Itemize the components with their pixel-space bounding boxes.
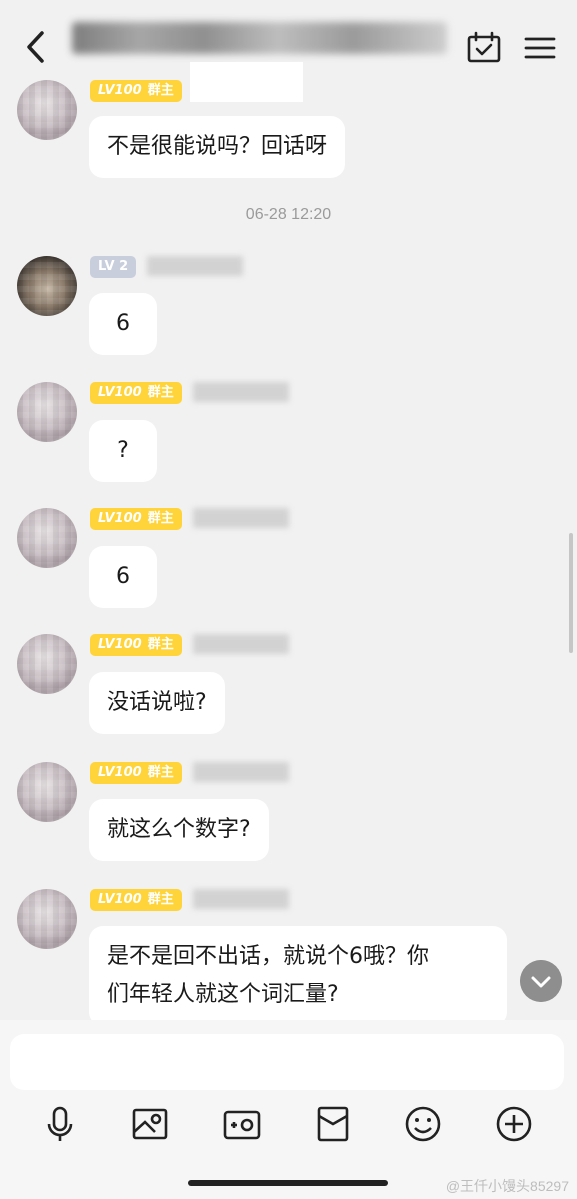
microphone-icon[interactable] [38,1102,82,1146]
sender-tags: LV100 群主 [90,80,182,102]
sender-name-obscured [192,762,289,782]
scroll-to-bottom-icon[interactable] [520,960,562,1002]
owner-badge: LV100 群主 [90,889,182,911]
message-bubble[interactable]: 6 [89,293,157,355]
sender-name-obscured [192,508,289,528]
owner-badge: LV100 群主 [90,80,182,102]
message-input[interactable] [10,1034,564,1090]
sender-name-obscured [190,62,303,102]
avatar[interactable] [17,634,77,694]
message-bubble[interactable]: ? [89,420,157,482]
watermark: @王仟小馒头85297 [445,1178,569,1194]
scrollbar[interactable] [569,533,573,653]
avatar[interactable] [17,256,77,316]
chat-title-obscured [72,22,447,54]
member-badge: LV 2 [90,256,137,278]
owner-badge: LV100 群主 [90,762,182,784]
sender-tags: LV100 群主 [90,762,289,784]
message-bubble[interactable]: 不是很能说吗？回话呀 [89,116,346,178]
calendar-check-icon[interactable] [466,30,502,66]
home-indicator [188,1180,388,1186]
image-icon[interactable] [128,1102,172,1146]
chevron-left-icon[interactable] [22,30,52,64]
sender-tags: LV 2 [90,256,244,278]
avatar[interactable] [17,508,77,568]
sender-name-obscured [192,634,289,654]
message-bubble[interactable]: 是不是回不出话，就说个6哦？你 们年轻人就这个词汇量? [89,926,507,1026]
red-packet-icon[interactable] [311,1102,355,1146]
sender-tags: LV100 群主 [90,508,289,530]
avatar[interactable] [17,382,77,442]
avatar[interactable] [17,80,77,140]
owner-badge: LV100 群主 [90,634,182,656]
sender-tags: LV100 群主 [90,382,289,404]
sender-name-obscured [147,256,244,276]
message-bubble[interactable]: 没话说啦? [89,672,225,734]
message-bubble[interactable]: 6 [89,546,157,608]
timestamp: 06-28 12:20 [245,206,332,223]
emoji-icon[interactable] [401,1102,445,1146]
message-bubble[interactable]: 就这么个数字? [89,799,269,861]
camera-icon[interactable] [220,1102,264,1146]
owner-badge: LV100 群主 [90,382,182,404]
owner-badge: LV100 群主 [90,508,182,530]
sender-name-obscured [192,382,289,402]
sender-tags: LV100 群主 [90,889,289,911]
avatar[interactable] [17,889,77,949]
plus-icon[interactable] [492,1102,536,1146]
hamburger-menu-icon[interactable] [522,30,558,66]
sender-tags: LV100 群主 [90,634,289,656]
input-area [0,1020,577,1199]
sender-name-obscured [192,889,289,909]
avatar[interactable] [17,762,77,822]
